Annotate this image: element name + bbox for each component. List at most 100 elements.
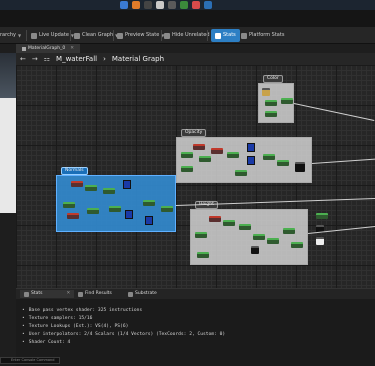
preview-state-icon — [117, 32, 123, 39]
tab-stats[interactable]: Stats ✕ — [20, 290, 75, 298]
material-node[interactable] — [227, 152, 239, 158]
toolbar-divider — [26, 30, 27, 41]
close-icon[interactable]: ✕ — [67, 290, 71, 298]
viewport-scene — [0, 53, 16, 98]
material-node[interactable] — [199, 156, 211, 162]
material-node[interactable] — [143, 200, 155, 206]
material-node[interactable] — [109, 206, 121, 212]
material-graph-canvas[interactable]: Color Opacity Normals — [16, 65, 375, 288]
material-node[interactable] — [87, 208, 99, 214]
comment-box-color[interactable]: Color — [258, 75, 294, 123]
material-node[interactable] — [195, 232, 207, 238]
breadcrumb-separator: › — [103, 55, 106, 63]
stats-button[interactable]: Stats — [211, 29, 240, 42]
back-arrow-icon[interactable]: ← — [20, 55, 26, 63]
clean-graph-icon — [74, 32, 80, 39]
live-update-button[interactable]: Live Update ▼ — [31, 29, 74, 42]
material-node[interactable] — [209, 216, 221, 222]
material-node[interactable] — [235, 170, 247, 176]
app-icon[interactable] — [192, 1, 200, 9]
toolbar-divider — [113, 30, 114, 41]
material-node[interactable] — [253, 234, 265, 240]
material-node[interactable] — [239, 224, 251, 230]
material-node[interactable] — [262, 88, 270, 96]
texture-sample-node[interactable] — [247, 156, 255, 165]
material-node[interactable] — [67, 213, 79, 219]
console-input[interactable]: Enter Console Command — [0, 357, 60, 364]
hide-unrelated-icon — [164, 32, 170, 39]
app-icon[interactable] — [120, 1, 128, 9]
material-node[interactable] — [161, 206, 173, 212]
breadcrumb-graph[interactable]: Material Graph — [112, 55, 164, 63]
breadcrumb-material[interactable]: M_waterFall — [56, 55, 97, 63]
app-icon[interactable] — [168, 1, 176, 9]
material-node[interactable] — [103, 188, 115, 194]
material-node[interactable] — [265, 111, 277, 117]
stats-line: Texture samplers: 15/16 — [22, 315, 225, 323]
clean-graph-button[interactable]: Clean Graph ▼ — [74, 29, 118, 42]
material-node[interactable] — [316, 213, 328, 219]
hierarchy-button[interactable]: rarchy ▼ — [0, 29, 21, 42]
comment-box-height[interactable]: Height — [190, 201, 308, 265]
tab-substrate[interactable]: Substrate — [128, 290, 157, 298]
comment-box-opacity[interactable]: Opacity — [176, 129, 312, 183]
hide-unrelated-button[interactable]: Hide Unrelated — [164, 29, 210, 42]
app-icon[interactable] — [132, 1, 140, 9]
material-node[interactable] — [283, 228, 295, 234]
material-node[interactable] — [63, 202, 75, 208]
comment-title[interactable]: Color — [263, 75, 283, 83]
app-icon[interactable] — [144, 1, 152, 9]
preview-state-button[interactable]: Preview State ▼ — [117, 29, 164, 42]
connection-wire — [311, 158, 375, 164]
details-panel — [0, 213, 16, 366]
material-node[interactable] — [277, 160, 289, 166]
app-icon[interactable] — [204, 1, 212, 9]
texture-sample-node[interactable] — [145, 216, 153, 225]
bottom-tab-strip: Stats ✕ Find Results Substrate — [16, 289, 375, 299]
toolbar-divider — [70, 30, 71, 41]
graph-tab-icon — [22, 46, 26, 51]
close-icon[interactable]: ✕ — [70, 44, 74, 53]
app-icon[interactable] — [156, 1, 164, 9]
material-node[interactable] — [291, 242, 303, 248]
graph-hierarchy-icon[interactable]: ⚏ — [44, 55, 50, 63]
material-node[interactable] — [281, 98, 293, 104]
comment-box-normals[interactable]: Normals — [56, 167, 176, 232]
texture-sample-node[interactable] — [247, 143, 255, 152]
stats-line: Shader Count: 4 — [22, 339, 225, 347]
forward-arrow-icon[interactable]: → — [32, 55, 38, 63]
tab-find-results[interactable]: Find Results — [78, 290, 112, 298]
os-taskbar — [0, 0, 375, 10]
texture-sample-node[interactable] — [123, 180, 131, 189]
material-node[interactable] — [197, 252, 209, 258]
material-node[interactable] — [71, 181, 83, 187]
material-node[interactable] — [181, 166, 193, 172]
comment-title[interactable]: Normals — [61, 167, 88, 175]
stats-panel: Stats ✕ Find Results Substrate Base pass… — [16, 288, 375, 366]
stats-icon — [215, 32, 221, 39]
live-update-icon — [31, 32, 37, 39]
stats-line: Texture Lookups (Est.): VS(4), PS(6) — [22, 323, 225, 331]
material-node[interactable] — [211, 148, 223, 154]
tab-material-graph[interactable]: MaterialGraph_0 ✕ — [16, 44, 80, 53]
preview-viewport[interactable] — [0, 53, 16, 213]
app-icon[interactable] — [180, 1, 188, 9]
material-node[interactable] — [223, 220, 235, 226]
material-node[interactable] — [263, 154, 275, 160]
platform-stats-button[interactable]: Platform Stats — [241, 29, 284, 42]
stats-list: Base pass vertex shader: 325 instruction… — [22, 307, 225, 347]
comment-title[interactable]: Opacity — [181, 129, 207, 137]
document-tab-strip: MaterialGraph_0 ✕ — [0, 44, 375, 53]
material-node[interactable] — [316, 237, 324, 245]
material-node[interactable] — [295, 162, 305, 172]
material-node[interactable] — [265, 100, 277, 106]
platform-stats-icon — [241, 32, 247, 39]
connection-wire — [293, 103, 375, 122]
stats-icon — [24, 291, 29, 297]
material-node[interactable] — [193, 144, 205, 150]
texture-sample-node[interactable] — [125, 210, 133, 219]
material-node[interactable] — [85, 185, 97, 191]
material-node[interactable] — [251, 246, 259, 254]
material-node[interactable] — [267, 238, 279, 244]
material-node[interactable] — [181, 152, 193, 158]
